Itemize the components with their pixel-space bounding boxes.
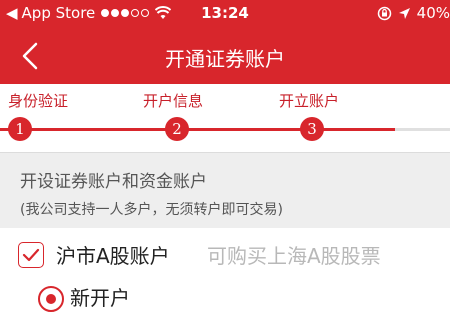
progress-line — [0, 128, 395, 131]
step-number: 3 — [300, 117, 324, 141]
step-label: 身份验证 — [8, 92, 69, 110]
step-label: 开立账户 — [279, 92, 340, 110]
step-number: 2 — [165, 117, 189, 141]
battery-percent: 40% — [416, 4, 450, 22]
progress-line-remaining — [395, 128, 450, 131]
step-label: 开户信息 — [143, 92, 204, 110]
nav-bar: 开通证券账户 — [0, 28, 450, 84]
page-title: 开通证券账户 — [165, 47, 285, 71]
status-bar: ◀ App Store 13:24 40% — [0, 0, 450, 28]
option-label: 沪市A股账户 — [56, 244, 170, 268]
option-row-sh-a[interactable]: 沪市A股账户 可购买上海A股股票 — [0, 228, 450, 278]
step-number: 1 — [8, 117, 32, 141]
checkmark-icon — [22, 248, 40, 262]
radio-label: 新开户 — [70, 286, 130, 310]
section-title: 开设证券账户和资金账户 — [20, 172, 207, 192]
progress-steps: 身份验证 开户信息 开立账户 1 2 3 — [0, 84, 450, 152]
account-section-header: 开设证券账户和资金账户 (我公司支持一人多户，无须转户即可交易) — [0, 152, 450, 229]
section-subtitle: (我公司支持一人多户，无须转户即可交易) — [20, 202, 283, 218]
status-right: 40% — [377, 4, 450, 22]
option-description: 可购买上海A股股票 — [207, 244, 381, 268]
location-icon — [398, 7, 410, 19]
new-account-radio[interactable] — [38, 286, 64, 312]
radio-selected-dot — [46, 294, 56, 304]
sh-a-checkbox[interactable] — [18, 242, 44, 268]
orientation-lock-icon — [377, 6, 391, 20]
